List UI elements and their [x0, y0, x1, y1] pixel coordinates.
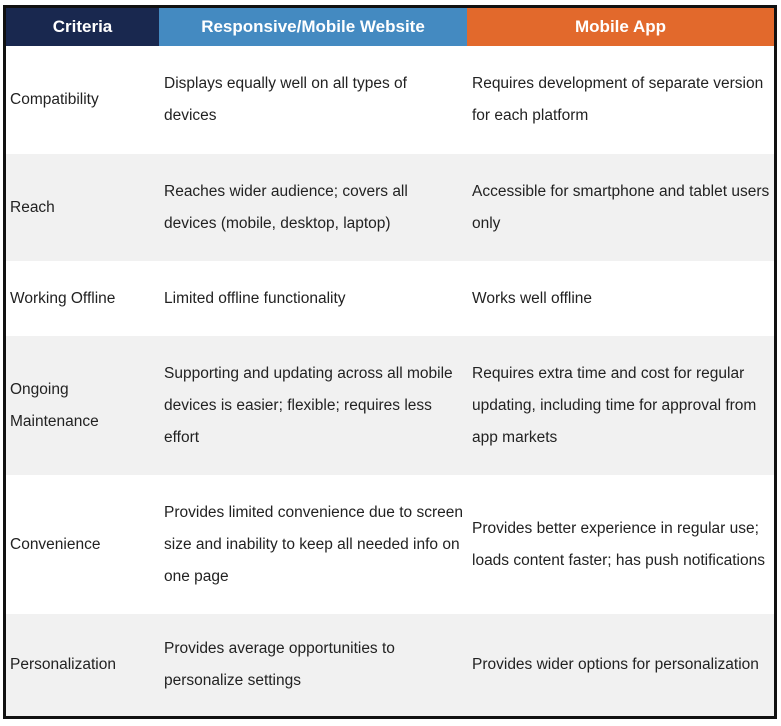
table-header-row: Criteria Responsive/Mobile Website Mobil…	[6, 8, 774, 46]
app-cell: Works well offline	[467, 261, 774, 336]
comparison-table: Criteria Responsive/Mobile Website Mobil…	[6, 8, 774, 716]
website-cell: Reaches wider audience; covers all devic…	[159, 154, 467, 261]
app-cell: Accessible for smartphone and tablet use…	[467, 154, 774, 261]
comparison-table-frame: Criteria Responsive/Mobile Website Mobil…	[3, 5, 777, 719]
criteria-cell: Working Offline	[6, 261, 159, 336]
table-row: Ongoing Maintenance Supporting and updat…	[6, 336, 774, 475]
app-cell: Requires development of separate version…	[467, 46, 774, 154]
criteria-cell: Compatibility	[6, 46, 159, 154]
website-cell: Supporting and updating across all mobil…	[159, 336, 467, 475]
criteria-cell: Personalization	[6, 614, 159, 716]
criteria-cell: Reach	[6, 154, 159, 261]
table-row: Convenience Provides limited convenience…	[6, 475, 774, 614]
table-row: Reach Reaches wider audience; covers all…	[6, 154, 774, 261]
criteria-cell: Convenience	[6, 475, 159, 614]
table-row: Compatibility Displays equally well on a…	[6, 46, 774, 154]
app-cell: Requires extra time and cost for regular…	[467, 336, 774, 475]
criteria-cell: Ongoing Maintenance	[6, 336, 159, 475]
table-row: Personalization Provides average opportu…	[6, 614, 774, 716]
header-mobile-app: Mobile App	[467, 8, 774, 46]
header-website: Responsive/Mobile Website	[159, 8, 467, 46]
website-cell: Limited offline functionality	[159, 261, 467, 336]
header-criteria: Criteria	[6, 8, 159, 46]
table-row: Working Offline Limited offline function…	[6, 261, 774, 336]
app-cell: Provides better experience in regular us…	[467, 475, 774, 614]
website-cell: Displays equally well on all types of de…	[159, 46, 467, 154]
website-cell: Provides limited convenience due to scre…	[159, 475, 467, 614]
app-cell: Provides wider options for personalizati…	[467, 614, 774, 716]
website-cell: Provides average opportunities to person…	[159, 614, 467, 716]
